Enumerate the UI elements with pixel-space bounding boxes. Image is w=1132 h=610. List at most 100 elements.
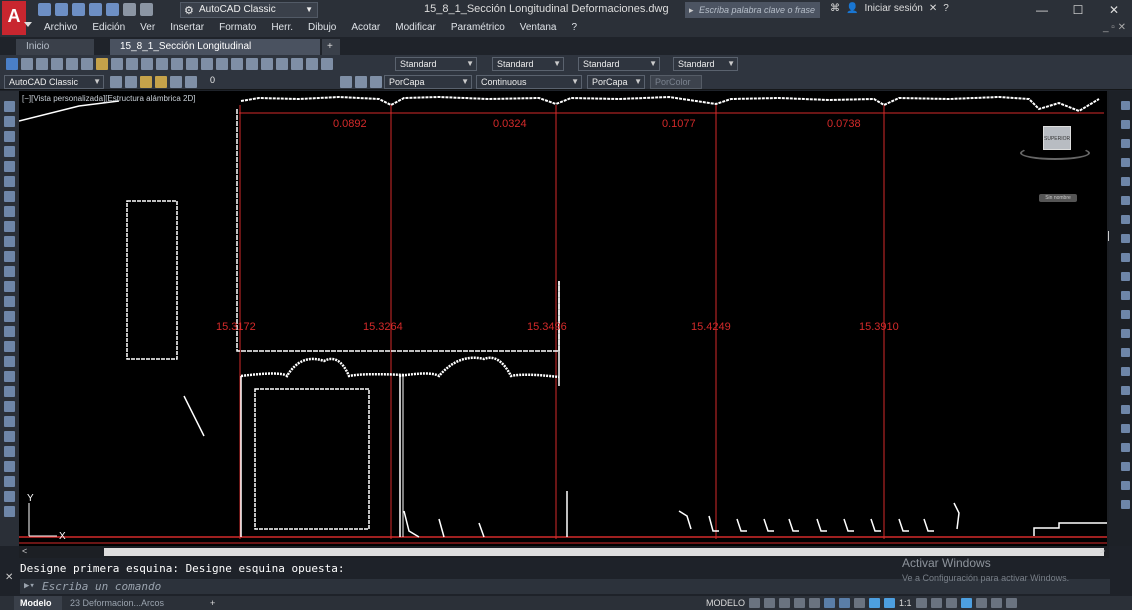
dim-style-select[interactable]: Standard ▼ bbox=[492, 57, 564, 71]
isolate-objects-icon[interactable] bbox=[960, 598, 972, 608]
color-select[interactable]: PorCapa ▼ bbox=[384, 75, 472, 89]
draw-tool-icon[interactable] bbox=[4, 461, 15, 472]
save-as-icon[interactable] bbox=[89, 3, 102, 16]
snap-icon[interactable] bbox=[764, 598, 776, 608]
save-icon[interactable] bbox=[36, 58, 48, 70]
draw-tool-icon[interactable] bbox=[4, 386, 15, 397]
match-icon[interactable] bbox=[141, 58, 153, 70]
menu-item-6[interactable]: Dibujo bbox=[308, 22, 336, 33]
draw-tool-icon[interactable] bbox=[4, 101, 15, 112]
open-icon[interactable] bbox=[55, 3, 68, 16]
workspace-combo[interactable]: AutoCAD Classic ▼ bbox=[4, 75, 104, 89]
command-prompt-icon[interactable]: ▶▾ bbox=[24, 579, 35, 594]
modify-tool-icon[interactable] bbox=[1121, 215, 1130, 224]
draw-tool-icon[interactable] bbox=[4, 491, 15, 502]
draw-tool-icon[interactable] bbox=[4, 371, 15, 382]
draw-tool-icon[interactable] bbox=[4, 281, 15, 292]
multileader-style-select[interactable]: Standard ▼ bbox=[673, 57, 738, 71]
draw-tool-icon[interactable] bbox=[4, 206, 15, 217]
redo-icon[interactable] bbox=[140, 3, 153, 16]
layer-state-icon[interactable] bbox=[125, 76, 137, 88]
draw-tool-icon[interactable] bbox=[4, 116, 15, 127]
menu-item-10[interactable]: Ventana bbox=[520, 22, 557, 33]
app-logo-icon[interactable]: A bbox=[2, 1, 32, 35]
menu-item-4[interactable]: Formato bbox=[219, 22, 256, 33]
exchange-icon[interactable]: ✕ bbox=[929, 3, 937, 14]
minimize-button[interactable]: — bbox=[1024, 0, 1060, 20]
workspace-select[interactable]: ⚙ AutoCAD Classic ▼ bbox=[180, 2, 318, 18]
layer-previous-icon[interactable] bbox=[355, 76, 367, 88]
paste-icon[interactable] bbox=[126, 58, 138, 70]
plot-icon[interactable] bbox=[106, 3, 119, 16]
ortho-icon[interactable] bbox=[779, 598, 791, 608]
draw-tool-icon[interactable] bbox=[4, 146, 15, 157]
scroll-right-icon[interactable]: > bbox=[1100, 546, 1105, 556]
modify-tool-icon[interactable] bbox=[1121, 462, 1130, 471]
layer-color-icon[interactable] bbox=[185, 76, 197, 88]
modify-tool-icon[interactable] bbox=[1121, 367, 1130, 376]
tool-palettes-icon[interactable] bbox=[276, 58, 288, 70]
workspace-switch-icon[interactable] bbox=[915, 598, 927, 608]
redo-icon[interactable] bbox=[171, 58, 183, 70]
make-current-icon[interactable] bbox=[340, 76, 352, 88]
menu-item-1[interactable]: Edición bbox=[92, 22, 125, 33]
properties-icon[interactable] bbox=[246, 58, 258, 70]
zoom-previous-icon[interactable] bbox=[231, 58, 243, 70]
menu-item-7[interactable]: Acotar bbox=[351, 22, 380, 33]
copy-icon[interactable] bbox=[111, 58, 123, 70]
modify-tool-icon[interactable] bbox=[1121, 234, 1130, 243]
draw-tool-icon[interactable] bbox=[4, 401, 15, 412]
clean-screen-icon[interactable] bbox=[990, 598, 1002, 608]
viewport-controls-label[interactable]: [−][Vista personalizada][Estructura alám… bbox=[22, 94, 196, 103]
binoculars-icon[interactable]: ⌘ bbox=[830, 3, 840, 14]
tab-document[interactable]: 15_8_1_Sección Longitudinal Deformacione… bbox=[110, 39, 320, 68]
customization-icon[interactable] bbox=[1005, 598, 1017, 608]
cut-icon[interactable] bbox=[96, 58, 108, 70]
auto-scale-icon[interactable] bbox=[884, 598, 896, 608]
modify-tool-icon[interactable] bbox=[1121, 500, 1130, 509]
publish-icon[interactable] bbox=[81, 58, 93, 70]
pan-icon[interactable] bbox=[186, 58, 198, 70]
draw-tool-icon[interactable] bbox=[4, 356, 15, 367]
hardware-acceleration-icon[interactable] bbox=[975, 598, 987, 608]
draw-tool-icon[interactable] bbox=[4, 326, 15, 337]
modify-tool-icon[interactable] bbox=[1121, 329, 1130, 338]
draw-tool-icon[interactable] bbox=[4, 176, 15, 187]
annotation-visibility-icon[interactable] bbox=[869, 598, 881, 608]
undo-icon[interactable] bbox=[156, 58, 168, 70]
wcs-menu-button[interactable]: Sin nombre bbox=[1039, 194, 1077, 202]
modify-tool-icon[interactable] bbox=[1121, 177, 1130, 186]
current-layer-name[interactable]: 0 bbox=[210, 75, 215, 85]
match-layer-icon[interactable] bbox=[370, 76, 382, 88]
table-style-select[interactable]: Standard ▼ bbox=[578, 57, 660, 71]
drawing-canvas[interactable]: Y X 0.0892 0.0324 0.1077 0.0738 15.3172 … bbox=[19, 91, 1109, 546]
annotation-scale[interactable]: 1:1 bbox=[899, 598, 912, 608]
modify-tool-icon[interactable] bbox=[1121, 158, 1130, 167]
draw-tool-icon[interactable] bbox=[4, 131, 15, 142]
zoom-icon[interactable] bbox=[201, 58, 213, 70]
modify-tool-icon[interactable] bbox=[1121, 253, 1130, 262]
menu-item-11[interactable]: ? bbox=[571, 22, 577, 33]
print-icon[interactable] bbox=[51, 58, 63, 70]
search-input[interactable]: Escriba palabra clave o frase bbox=[685, 2, 820, 18]
draw-tool-icon[interactable] bbox=[4, 311, 15, 322]
layer-freeze-icon[interactable] bbox=[155, 76, 167, 88]
tab-start[interactable]: Inicio bbox=[16, 39, 94, 55]
modify-tool-icon[interactable] bbox=[1121, 291, 1130, 300]
undo-icon[interactable] bbox=[123, 3, 136, 16]
draw-tool-icon[interactable] bbox=[4, 506, 15, 517]
modify-tool-icon[interactable] bbox=[1121, 424, 1130, 433]
calculator-icon[interactable] bbox=[321, 58, 333, 70]
object-snap-icon[interactable] bbox=[839, 598, 851, 608]
new-tab-button[interactable]: + bbox=[322, 39, 340, 55]
modify-tool-icon[interactable] bbox=[1121, 443, 1130, 452]
new-icon[interactable] bbox=[38, 3, 51, 16]
tab-model[interactable]: Modelo bbox=[14, 596, 62, 610]
draw-tool-icon[interactable] bbox=[4, 251, 15, 262]
menu-item-2[interactable]: Ver bbox=[140, 22, 155, 33]
modify-tool-icon[interactable] bbox=[1121, 386, 1130, 395]
draw-tool-icon[interactable] bbox=[4, 341, 15, 352]
restore-icon[interactable]: _ ▫ ✕ bbox=[1103, 22, 1126, 33]
object-track-icon[interactable] bbox=[824, 598, 836, 608]
sheet-set-icon[interactable] bbox=[291, 58, 303, 70]
